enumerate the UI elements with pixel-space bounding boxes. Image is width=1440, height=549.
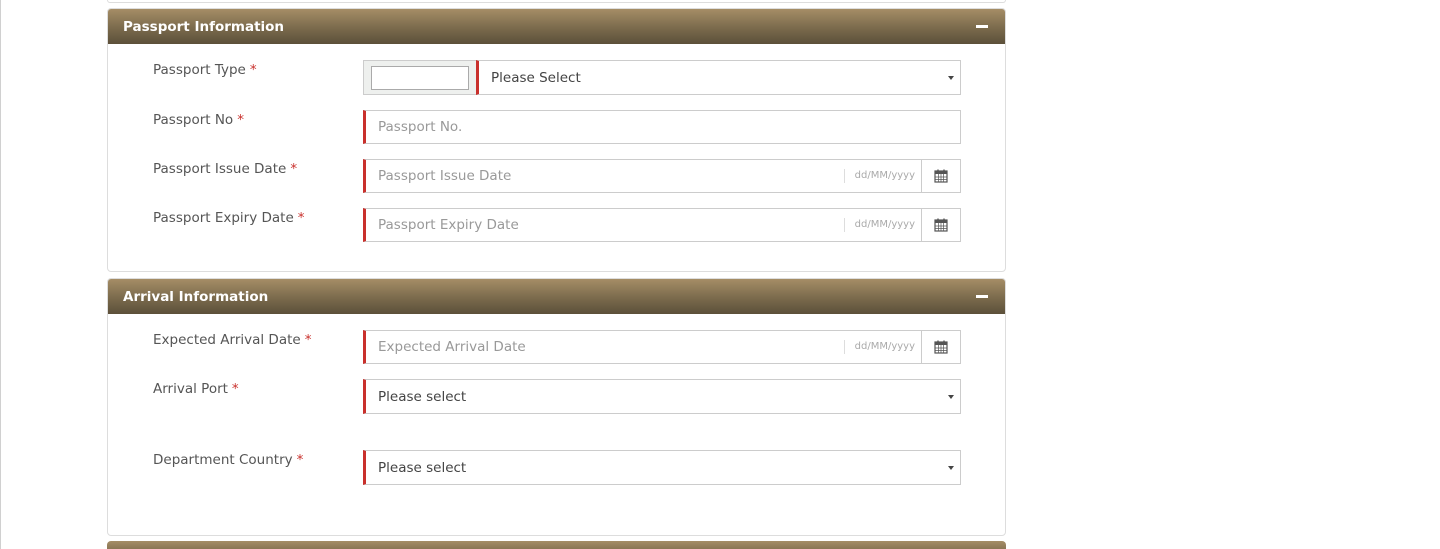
passport-type-group: Please Select <box>363 60 961 95</box>
page-left-border <box>0 0 1 549</box>
arrival-date-input[interactable]: Expected Arrival Date dd/MM/yyyy <box>363 330 961 364</box>
date-format-hint: dd/MM/yyyy <box>843 340 921 354</box>
date-format-hint: dd/MM/yyyy <box>843 218 921 232</box>
expiry-date-label: Passport Expiry Date * <box>153 210 305 226</box>
arrival-date-row: Expected Arrival Date * <box>153 330 363 348</box>
minus-icon[interactable] <box>976 25 988 28</box>
department-country-label: Department Country * <box>153 452 304 468</box>
passport-no-row: Passport No * <box>153 110 363 128</box>
arrival-date-label: Expected Arrival Date * <box>153 332 312 348</box>
calendar-icon[interactable] <box>921 209 960 241</box>
arrival-information-panel: Arrival Information Expected Arrival Dat… <box>107 278 1006 536</box>
previous-panel-edge <box>107 0 1006 3</box>
issue-date-input[interactable]: Passport Issue Date dd/MM/yyyy <box>363 159 961 193</box>
passport-no-label: Passport No * <box>153 112 244 128</box>
passport-information-panel: Passport Information Passport Type * Plea… <box>107 8 1006 272</box>
panel-title: Passport Information <box>123 18 285 35</box>
issue-date-row: Passport Issue Date * <box>153 159 363 177</box>
passport-no-input[interactable]: Passport No. <box>363 110 961 144</box>
next-panel-header-edge <box>107 541 1006 549</box>
caret-down-icon <box>948 75 954 80</box>
department-country-select[interactable]: Please select <box>363 450 961 485</box>
department-country-row: Department Country * <box>153 450 363 468</box>
expiry-date-input[interactable]: Passport Expiry Date dd/MM/yyyy <box>363 208 961 242</box>
caret-down-icon <box>948 394 954 399</box>
passport-type-code-input[interactable] <box>371 65 469 90</box>
calendar-icon[interactable] <box>921 160 960 192</box>
minus-icon[interactable] <box>976 295 988 298</box>
calendar-icon[interactable] <box>921 331 960 363</box>
passport-type-select[interactable]: Please Select <box>476 60 961 95</box>
panel-header[interactable]: Passport Information <box>108 9 1005 44</box>
arrival-port-select[interactable]: Please select <box>363 379 961 414</box>
caret-down-icon <box>948 465 954 470</box>
arrival-port-label: Arrival Port * <box>153 381 239 397</box>
date-format-hint: dd/MM/yyyy <box>843 169 921 183</box>
passport-type-label: Passport Type * <box>153 62 257 78</box>
arrival-port-row: Arrival Port * <box>153 379 363 397</box>
expiry-date-row: Passport Expiry Date * <box>153 208 363 226</box>
passport-type-row: Passport Type * <box>153 60 363 78</box>
panel-title: Arrival Information <box>123 288 269 305</box>
panel-header[interactable]: Arrival Information <box>108 279 1005 314</box>
issue-date-label: Passport Issue Date * <box>153 161 298 177</box>
